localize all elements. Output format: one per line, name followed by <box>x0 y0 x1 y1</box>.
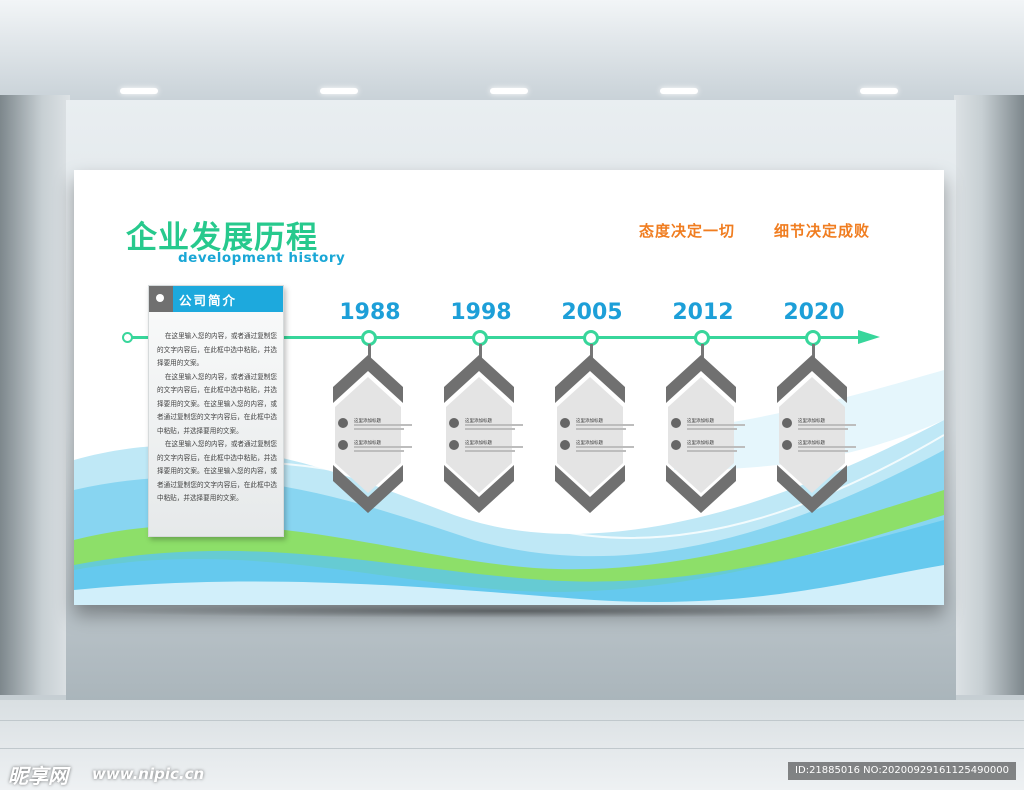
timeline-item: 这里添加标题 <box>338 440 416 454</box>
item-text-line <box>576 446 634 448</box>
slogan-right: 细节决定成败 <box>774 222 871 240</box>
right-pillar <box>954 95 1024 695</box>
chevron-frame-icon <box>666 355 736 513</box>
avatar-icon <box>782 418 792 428</box>
pin-icon <box>156 294 164 302</box>
avatar-icon <box>782 440 792 450</box>
timeline-item: 这里添加标题 <box>338 418 416 432</box>
item-text-line <box>687 450 737 452</box>
timeline-arrow-icon <box>858 330 880 344</box>
timeline-item: 这里添加标题 <box>560 440 638 454</box>
item-text-line <box>576 424 634 426</box>
chevron-frame-icon <box>777 355 847 513</box>
item-text-line <box>798 428 848 430</box>
item-text-line <box>354 424 412 426</box>
intro-paragraph: 在这里输入您的内容，或者通过复制您的文字内容后，在此框中选中粘贴，并选择要用的文… <box>157 332 277 367</box>
item-text-line <box>354 446 412 448</box>
timeline-node: 2012 这里添加标题 这里添加标题 <box>663 300 745 520</box>
timeline-year: 1998 <box>450 300 512 325</box>
item-text-line <box>465 428 515 430</box>
watermark-url: www.nipic.cn <box>92 765 205 783</box>
item-text-line <box>687 428 737 430</box>
page-subtitle: development history <box>178 250 346 266</box>
timeline-start-dot <box>122 332 133 343</box>
timeline-year: 2020 <box>783 300 845 325</box>
timeline-node: 2005 这里添加标题 这里添加标题 <box>552 300 634 520</box>
timeline-item: 这里添加标题 <box>782 418 860 432</box>
intro-tab <box>149 286 173 312</box>
display-board: 企业发展历程 development history 态度决定一切 细节决定成败… <box>74 170 944 605</box>
ceiling-light <box>860 88 898 94</box>
item-text-line <box>465 450 515 452</box>
avatar-icon <box>671 440 681 450</box>
item-text-line <box>465 424 523 426</box>
timeline-year: 1988 <box>339 300 401 325</box>
watermark-id: ID:21885016 NO:20200929161125490000 <box>788 762 1016 780</box>
avatar-icon <box>671 418 681 428</box>
avatar-icon <box>560 418 570 428</box>
avatar-icon <box>338 418 348 428</box>
chevron-frame-icon <box>333 355 403 513</box>
item-text-line <box>465 446 523 448</box>
timeline-node: 1998 这里添加标题 这里添加标题 <box>441 300 523 520</box>
avatar-icon <box>449 440 459 450</box>
ceiling <box>0 0 1024 100</box>
intro-paragraph: 在这里输入您的内容，或者通过复制您的文字内容后，在此框中选中粘贴，并选择要用的文… <box>157 372 277 435</box>
timeline-node: 1988 这里添加标题 这里添加标题 <box>330 300 412 520</box>
ceiling-light <box>490 88 528 94</box>
avatar-icon <box>338 440 348 450</box>
chevron-frame-icon <box>444 355 514 513</box>
timeline-year: 2005 <box>561 300 623 325</box>
item-text-line <box>798 446 856 448</box>
avatar-icon <box>560 440 570 450</box>
timeline-node: 2020 这里添加标题 这里添加标题 <box>774 300 856 520</box>
timeline-item: 这里添加标题 <box>671 418 749 432</box>
board-shadow <box>90 604 930 618</box>
intro-text: 在这里输入您的内容，或者通过复制您的文字内容后，在此框中选中粘贴，并选择要用的文… <box>157 330 277 506</box>
timeline-item: 这里添加标题 <box>671 440 749 454</box>
ceiling-light <box>660 88 698 94</box>
item-text-line <box>576 450 626 452</box>
item-text-line <box>354 450 404 452</box>
slogan-left: 态度决定一切 <box>639 222 736 240</box>
item-text-line <box>354 428 404 430</box>
left-pillar <box>0 95 70 695</box>
ceiling-light <box>120 88 158 94</box>
intro-title: 公司简介 <box>179 293 238 308</box>
intro-paragraph: 在这里输入您的内容，或者通过复制您的文字内容后，在此框中选中粘贴，并选择要用的文… <box>157 440 277 502</box>
ceiling-light <box>320 88 358 94</box>
watermark-logo: 昵享网 <box>8 764 68 788</box>
timeline-item: 这里添加标题 <box>782 440 860 454</box>
item-text-line <box>576 428 626 430</box>
item-text-line <box>687 424 745 426</box>
timeline-item: 这里添加标题 <box>560 418 638 432</box>
item-text-line <box>687 446 745 448</box>
timeline-item: 这里添加标题 <box>449 418 527 432</box>
company-intro-card: 公司简介 在这里输入您的内容，或者通过复制您的文字内容后，在此框中选中粘贴，并选… <box>148 285 284 537</box>
item-text-line <box>798 424 856 426</box>
chevron-frame-icon <box>555 355 625 513</box>
timeline-item: 这里添加标题 <box>449 440 527 454</box>
timeline-year: 2012 <box>672 300 734 325</box>
avatar-icon <box>449 418 459 428</box>
item-text-line <box>798 450 848 452</box>
